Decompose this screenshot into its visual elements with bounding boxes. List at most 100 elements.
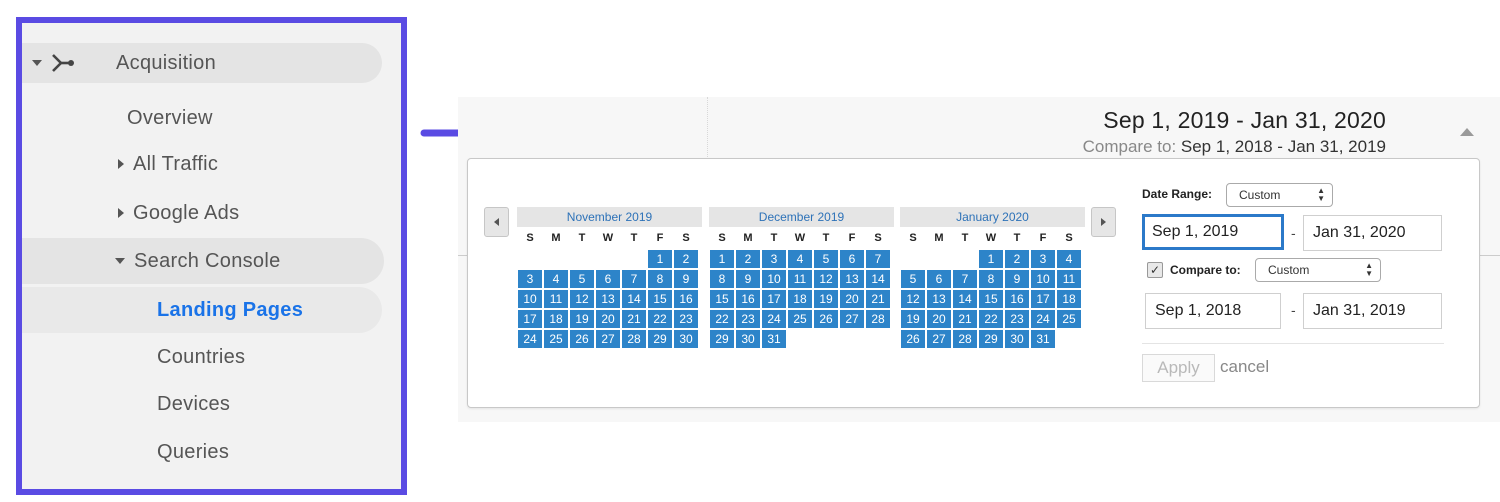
calendar-day[interactable]: 29	[709, 329, 735, 349]
nav-item-devices[interactable]: Devices	[22, 384, 230, 424]
chevron-up-icon[interactable]	[1460, 128, 1474, 136]
compare-start-date-field[interactable]: Sep 1, 2018	[1145, 293, 1281, 329]
calendar-day[interactable]: 21	[952, 309, 978, 329]
calendar-day[interactable]: 1	[709, 249, 735, 269]
compare-checkbox[interactable]: ✓	[1147, 262, 1163, 278]
calendar-day[interactable]: 23	[735, 309, 761, 329]
calendar-day[interactable]: 11	[543, 289, 569, 309]
calendar-day[interactable]: 30	[1004, 329, 1030, 349]
calendar-day[interactable]: 11	[787, 269, 813, 289]
calendar-day[interactable]: 5	[900, 269, 926, 289]
calendar-day[interactable]: 15	[709, 289, 735, 309]
calendar-day[interactable]: 26	[813, 309, 839, 329]
calendar-day[interactable]: 3	[517, 269, 543, 289]
calendar-day[interactable]: 30	[735, 329, 761, 349]
start-date-field[interactable]: Sep 1, 2019	[1142, 214, 1284, 250]
calendar-day[interactable]: 11	[1056, 269, 1082, 289]
calendar-day[interactable]: 24	[517, 329, 543, 349]
calendar-day[interactable]: 8	[709, 269, 735, 289]
calendar-day[interactable]: 4	[543, 269, 569, 289]
calendar-day[interactable]: 23	[1004, 309, 1030, 329]
end-date-field[interactable]: Jan 31, 2020	[1303, 215, 1442, 251]
calendar-day[interactable]: 27	[839, 309, 865, 329]
calendar-day[interactable]: 28	[621, 329, 647, 349]
nav-item-queries[interactable]: Queries	[22, 432, 229, 472]
calendar-day[interactable]: 4	[787, 249, 813, 269]
date-range-select[interactable]: Custom ▲ ▼	[1226, 183, 1333, 207]
calendar-day[interactable]: 9	[673, 269, 699, 289]
calendar-day[interactable]: 31	[1030, 329, 1056, 349]
calendar-day[interactable]: 9	[1004, 269, 1030, 289]
calendar-day[interactable]: 1	[647, 249, 673, 269]
calendar-day[interactable]: 27	[926, 329, 952, 349]
calendar-day[interactable]: 29	[978, 329, 1004, 349]
calendar-day[interactable]: 21	[865, 289, 891, 309]
calendar-day[interactable]: 24	[761, 309, 787, 329]
calendar-day[interactable]: 16	[1004, 289, 1030, 309]
calendar-day[interactable]: 10	[761, 269, 787, 289]
calendar-day[interactable]: 22	[647, 309, 673, 329]
calendar-day[interactable]: 17	[1030, 289, 1056, 309]
calendar-day[interactable]: 22	[978, 309, 1004, 329]
calendar-day[interactable]: 1	[978, 249, 1004, 269]
calendar-day[interactable]: 19	[900, 309, 926, 329]
calendar-day[interactable]: 31	[761, 329, 787, 349]
calendar-day[interactable]: 28	[865, 309, 891, 329]
calendar-day[interactable]: 26	[900, 329, 926, 349]
nav-item-acquisition[interactable]: Acquisition	[22, 43, 382, 83]
calendar-day[interactable]: 24	[1030, 309, 1056, 329]
date-range-header[interactable]: Sep 1, 2019 - Jan 31, 2020 Compare to: S…	[1083, 107, 1386, 157]
calendar-day[interactable]: 29	[647, 329, 673, 349]
calendar-day[interactable]: 18	[787, 289, 813, 309]
calendar-day[interactable]: 20	[839, 289, 865, 309]
calendar-day[interactable]: 12	[569, 289, 595, 309]
calendar-day[interactable]: 20	[595, 309, 621, 329]
calendar-day[interactable]: 21	[621, 309, 647, 329]
calendar-day[interactable]: 6	[595, 269, 621, 289]
next-month-button[interactable]	[1091, 207, 1116, 237]
nav-item-countries[interactable]: Countries	[22, 337, 245, 377]
calendar-day[interactable]: 7	[865, 249, 891, 269]
compare-select[interactable]: Custom ▲ ▼	[1255, 258, 1381, 282]
calendar-day[interactable]: 30	[673, 329, 699, 349]
compare-end-date-field[interactable]: Jan 31, 2019	[1303, 293, 1442, 329]
calendar-day[interactable]: 26	[569, 329, 595, 349]
cancel-link[interactable]: cancel	[1220, 357, 1269, 377]
calendar-day[interactable]: 16	[673, 289, 699, 309]
calendar-day[interactable]: 13	[926, 289, 952, 309]
calendar-day[interactable]: 19	[569, 309, 595, 329]
calendar-day[interactable]: 2	[1004, 249, 1030, 269]
calendar-day[interactable]: 14	[952, 289, 978, 309]
calendar-day[interactable]: 7	[952, 269, 978, 289]
nav-item-all-traffic[interactable]: All Traffic	[22, 144, 218, 184]
calendar-day[interactable]: 6	[839, 249, 865, 269]
calendar-day[interactable]: 2	[673, 249, 699, 269]
calendar-day[interactable]: 19	[813, 289, 839, 309]
apply-button[interactable]: Apply	[1142, 354, 1215, 382]
nav-item-google-ads[interactable]: Google Ads	[22, 193, 239, 233]
calendar-day[interactable]: 14	[621, 289, 647, 309]
calendar-day[interactable]: 5	[813, 249, 839, 269]
calendar-day[interactable]: 7	[621, 269, 647, 289]
calendar-day[interactable]: 16	[735, 289, 761, 309]
calendar-day[interactable]: 18	[543, 309, 569, 329]
calendar-day[interactable]: 27	[595, 329, 621, 349]
calendar-day[interactable]: 12	[813, 269, 839, 289]
calendar-day[interactable]: 6	[926, 269, 952, 289]
calendar-day[interactable]: 25	[1056, 309, 1082, 329]
calendar-day[interactable]: 20	[926, 309, 952, 329]
calendar-day[interactable]: 4	[1056, 249, 1082, 269]
calendar-day[interactable]: 15	[647, 289, 673, 309]
calendar-day[interactable]: 12	[900, 289, 926, 309]
calendar-day[interactable]: 23	[673, 309, 699, 329]
calendar-day[interactable]: 3	[761, 249, 787, 269]
nav-item-overview[interactable]: Overview	[22, 98, 213, 138]
calendar-day[interactable]: 25	[543, 329, 569, 349]
prev-month-button[interactable]	[484, 207, 509, 237]
calendar-day[interactable]: 9	[735, 269, 761, 289]
calendar-day[interactable]: 8	[978, 269, 1004, 289]
calendar-day[interactable]: 3	[1030, 249, 1056, 269]
calendar-day[interactable]: 14	[865, 269, 891, 289]
calendar-day[interactable]: 2	[735, 249, 761, 269]
calendar-day[interactable]: 13	[595, 289, 621, 309]
